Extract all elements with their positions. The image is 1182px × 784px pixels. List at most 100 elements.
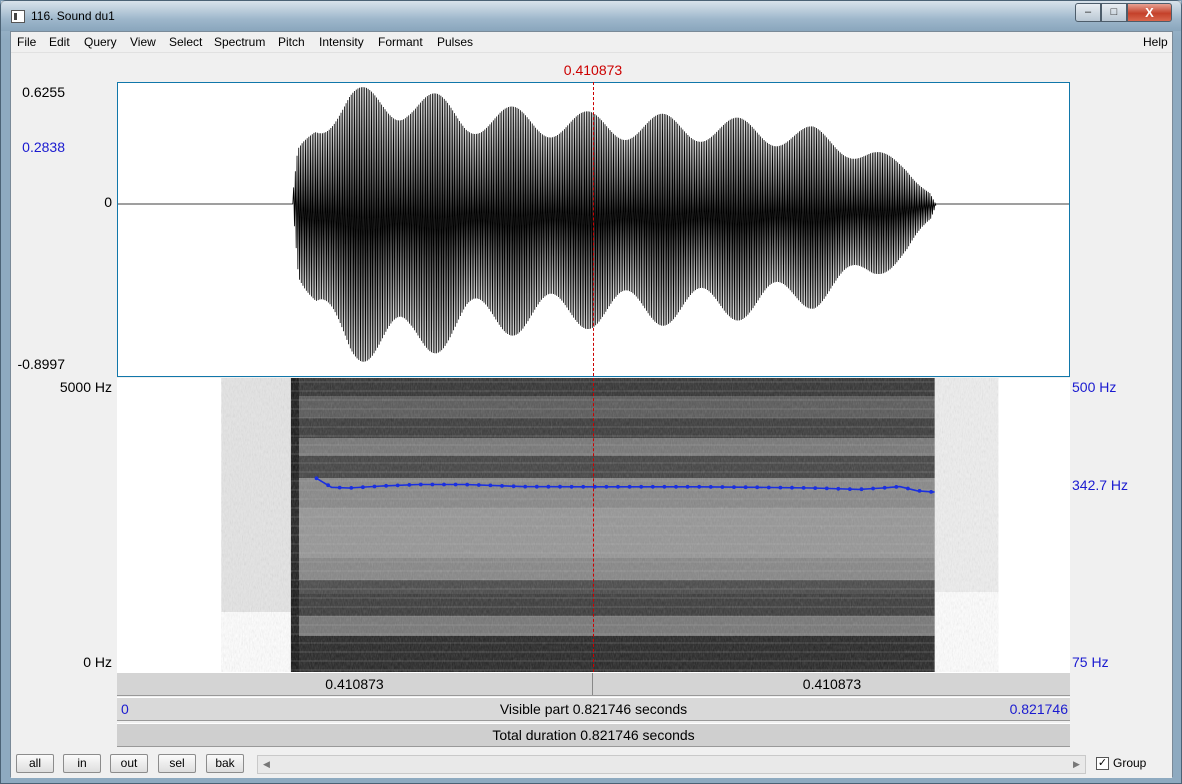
pitch-point <box>743 485 748 490</box>
praat-window: 116. Sound du1 – □ X File Edit Query Vie… <box>0 0 1182 784</box>
menu-formant[interactable]: Formant <box>378 35 423 49</box>
wave-axis-bottom: -0.8997 <box>17 356 65 372</box>
group-label: Group <box>1113 756 1147 770</box>
pitch-point <box>488 483 493 488</box>
close-button[interactable]: X <box>1127 3 1172 22</box>
waveform-panel[interactable] <box>117 82 1070 377</box>
pitch-point <box>604 484 609 489</box>
zoom-back-button[interactable]: bak <box>206 754 244 773</box>
total-duration-label: Total duration 0.821746 seconds <box>492 727 695 743</box>
pitch-point <box>882 485 887 490</box>
pitch-point <box>349 486 354 490</box>
pitch-point <box>500 484 504 488</box>
app-icon <box>11 10 25 23</box>
pitch-point <box>871 486 875 491</box>
maximize-button[interactable]: □ <box>1101 3 1127 22</box>
menu-file[interactable]: File <box>17 35 36 49</box>
pitch-point <box>442 482 446 487</box>
pitch-point <box>407 483 412 487</box>
selection-left-time[interactable]: 0.410873 <box>117 673 593 695</box>
selection-right-time[interactable]: 0.410873 <box>594 673 1070 695</box>
wave-axis-mark: 0.2838 <box>22 139 65 155</box>
menu-help[interactable]: Help <box>1143 35 1168 49</box>
pitch-point <box>650 484 655 489</box>
menu-bar: File Edit Query View Select Spectrum Pit… <box>11 32 1172 53</box>
scroll-right-arrow-icon[interactable]: ▶ <box>1069 756 1084 773</box>
wave-axis-zero: 0 <box>104 194 112 210</box>
zoom-out-button[interactable]: out <box>110 754 148 773</box>
menu-pulses[interactable]: Pulses <box>437 35 473 49</box>
pitch-point <box>627 484 632 489</box>
pitch-point <box>894 485 899 489</box>
pitch-point <box>766 485 771 490</box>
pitch-point <box>662 484 667 489</box>
pitch-point <box>836 486 841 491</box>
group-check-icon[interactable]: ✓ <box>1096 757 1109 771</box>
menu-pitch[interactable]: Pitch <box>278 35 305 49</box>
minimize-button[interactable]: – <box>1075 3 1101 22</box>
pitch-point <box>639 484 644 489</box>
horizontal-scrollbar[interactable]: ◀ ▶ <box>257 755 1086 774</box>
menu-select[interactable]: Select <box>169 35 202 49</box>
pitch-point <box>778 485 783 490</box>
pitch-point <box>917 489 922 493</box>
pitch-axis-mark: 342.7 Hz <box>1072 477 1129 493</box>
pitch-point <box>558 484 562 489</box>
group-checkbox[interactable]: ✓ Group <box>1096 756 1147 771</box>
pitch-point <box>813 486 818 490</box>
pitch-point <box>465 482 470 487</box>
pitch-point <box>523 484 528 489</box>
pitch-point <box>476 483 481 487</box>
sound-editor-drawing-area[interactable]: 0.410873 0.6255 0.2838 0 -0.8997 5000 Hz… <box>11 54 1172 750</box>
window-title: 116. Sound du1 <box>31 9 115 23</box>
menu-intensity[interactable]: Intensity <box>319 35 364 49</box>
pitch-point <box>430 482 435 487</box>
pitch-point <box>616 484 620 489</box>
menu-edit[interactable]: Edit <box>49 35 70 49</box>
waveform-plot <box>118 87 1069 362</box>
pitch-point <box>674 484 678 489</box>
selection-bar[interactable]: 0.410873 0.410873 <box>117 672 1070 696</box>
pitch-point <box>732 485 736 489</box>
scroll-left-arrow-icon[interactable]: ◀ <box>259 756 274 773</box>
pitch-point <box>534 484 539 489</box>
pitch-axis-bottom: 75 Hz <box>1072 654 1109 670</box>
pitch-point <box>720 485 725 489</box>
pitch-point <box>453 482 458 487</box>
pitch-point <box>511 484 516 489</box>
pitch-point <box>824 486 829 491</box>
visible-part-bar[interactable]: 0 Visible part 0.821746 seconds 0.821746 <box>117 697 1070 721</box>
pitch-axis-top: 500 Hz <box>1072 379 1117 395</box>
pitch-point <box>337 485 342 490</box>
pitch-point <box>592 484 597 489</box>
spectrogram-axis-bottom: 0 Hz <box>83 654 112 670</box>
editor-client-area: File Edit Query View Select Spectrum Pit… <box>10 31 1173 778</box>
pitch-point <box>685 484 690 489</box>
pitch-point <box>314 476 319 481</box>
pitch-point <box>569 484 574 489</box>
zoom-in-button[interactable]: in <box>63 754 101 773</box>
spectrogram-texture <box>221 378 999 672</box>
pitch-point <box>906 486 910 491</box>
zoom-selection-button[interactable]: sel <box>158 754 196 773</box>
pitch-point <box>581 484 586 489</box>
spectrogram-panel[interactable] <box>117 378 1070 672</box>
menu-spectrum[interactable]: Spectrum <box>214 35 265 49</box>
pitch-point <box>546 484 551 489</box>
pitch-point <box>755 485 760 490</box>
pitch-point <box>326 483 330 488</box>
pitch-point <box>697 484 702 489</box>
menu-view[interactable]: View <box>130 35 156 49</box>
total-duration-bar[interactable]: Total duration 0.821746 seconds <box>117 723 1070 747</box>
menu-query[interactable]: Query <box>84 35 117 49</box>
pitch-point <box>361 485 365 490</box>
spectrogram-axis-top: 5000 Hz <box>59 379 112 395</box>
zoom-all-button[interactable]: all <box>16 754 54 773</box>
pitch-point <box>848 487 852 491</box>
pitch-point <box>801 486 806 490</box>
pitch-point <box>790 485 794 490</box>
wave-axis-top: 0.6255 <box>22 84 65 100</box>
title-bar[interactable]: 116. Sound du1 – □ X <box>1 1 1181 31</box>
visible-part-label: Visible part 0.821746 seconds <box>499 701 688 717</box>
pitch-point <box>929 490 933 494</box>
